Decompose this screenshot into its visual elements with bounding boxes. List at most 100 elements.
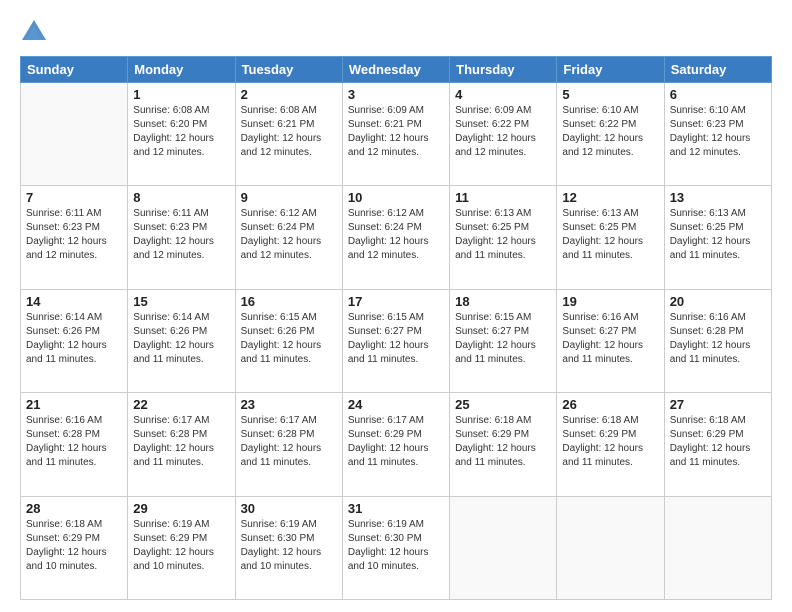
page: SundayMondayTuesdayWednesdayThursdayFrid…: [0, 0, 792, 612]
day-number: 3: [348, 87, 444, 102]
day-info: Sunrise: 6:16 AM Sunset: 6:27 PM Dayligh…: [562, 311, 658, 367]
calendar-cell: 23 Sunrise: 6:17 AM Sunset: 6:28 PM Dayli…: [235, 393, 342, 496]
header: [20, 18, 772, 46]
day-info: Sunrise: 6:12 AM Sunset: 6:24 PM Dayligh…: [348, 207, 444, 263]
day-info: Sunrise: 6:11 AM Sunset: 6:23 PM Dayligh…: [26, 207, 122, 263]
day-number: 16: [241, 294, 337, 309]
calendar-cell: 10 Sunrise: 6:12 AM Sunset: 6:24 PM Dayli…: [342, 186, 449, 289]
calendar-week-4: 21Sunrise: 6:16 AM Sunset: 6:28 PM Dayli…: [21, 393, 772, 496]
day-info: Sunrise: 6:15 AM Sunset: 6:27 PM Dayligh…: [455, 311, 551, 367]
calendar-cell: 11 Sunrise: 6:13 AM Sunset: 6:25 PM Dayli…: [450, 186, 557, 289]
day-number: 23: [241, 397, 337, 412]
calendar-week-1: 1Sunrise: 6:08 AM Sunset: 6:20 PM Daylig…: [21, 83, 772, 186]
day-header-sunday: Sunday: [21, 57, 128, 83]
calendar-cell: 21Sunrise: 6:16 AM Sunset: 6:28 PM Dayli…: [21, 393, 128, 496]
calendar-cell: 31 Sunrise: 6:19 AM Sunset: 6:30 PM Dayli…: [342, 496, 449, 599]
day-number: 14: [26, 294, 122, 309]
day-header-wednesday: Wednesday: [342, 57, 449, 83]
calendar-cell: 4 Sunrise: 6:09 AM Sunset: 6:22 PM Daylig…: [450, 83, 557, 186]
calendar-cell: 27 Sunrise: 6:18 AM Sunset: 6:29 PM Dayli…: [664, 393, 771, 496]
day-header-tuesday: Tuesday: [235, 57, 342, 83]
day-number: 28: [26, 501, 122, 516]
day-number: 10: [348, 190, 444, 205]
day-info: Sunrise: 6:19 AM Sunset: 6:30 PM Dayligh…: [348, 518, 444, 574]
calendar-cell: 7 Sunrise: 6:11 AM Sunset: 6:23 PM Daylig…: [21, 186, 128, 289]
day-number: 8: [133, 190, 229, 205]
calendar-cell: [21, 83, 128, 186]
day-number: 27: [670, 397, 766, 412]
calendar: SundayMondayTuesdayWednesdayThursdayFrid…: [20, 56, 772, 600]
calendar-cell: 9 Sunrise: 6:12 AM Sunset: 6:24 PM Daylig…: [235, 186, 342, 289]
day-number: 9: [241, 190, 337, 205]
day-info: Sunrise: 6:13 AM Sunset: 6:25 PM Dayligh…: [562, 207, 658, 263]
calendar-cell: [664, 496, 771, 599]
day-info: Sunrise: 6:10 AM Sunset: 6:22 PM Dayligh…: [562, 104, 658, 160]
day-number: 13: [670, 190, 766, 205]
day-number: 18: [455, 294, 551, 309]
day-number: 12: [562, 190, 658, 205]
day-info: Sunrise: 6:16 AM Sunset: 6:28 PM Dayligh…: [670, 311, 766, 367]
day-info: Sunrise: 6:19 AM Sunset: 6:29 PM Dayligh…: [133, 518, 229, 574]
day-number: 4: [455, 87, 551, 102]
day-number: 22: [133, 397, 229, 412]
calendar-cell: 13 Sunrise: 6:13 AM Sunset: 6:25 PM Dayli…: [664, 186, 771, 289]
calendar-cell: 26Sunrise: 6:18 AM Sunset: 6:29 PM Dayli…: [557, 393, 664, 496]
calendar-cell: 22 Sunrise: 6:17 AM Sunset: 6:28 PM Dayli…: [128, 393, 235, 496]
calendar-cell: 29Sunrise: 6:19 AM Sunset: 6:29 PM Dayli…: [128, 496, 235, 599]
day-info: Sunrise: 6:19 AM Sunset: 6:30 PM Dayligh…: [241, 518, 337, 574]
day-info: Sunrise: 6:09 AM Sunset: 6:22 PM Dayligh…: [455, 104, 551, 160]
day-info: Sunrise: 6:18 AM Sunset: 6:29 PM Dayligh…: [562, 414, 658, 470]
calendar-cell: 3 Sunrise: 6:09 AM Sunset: 6:21 PM Daylig…: [342, 83, 449, 186]
calendar-cell: 1Sunrise: 6:08 AM Sunset: 6:20 PM Daylig…: [128, 83, 235, 186]
calendar-cell: 18 Sunrise: 6:15 AM Sunset: 6:27 PM Dayli…: [450, 289, 557, 392]
calendar-cell: 25Sunrise: 6:18 AM Sunset: 6:29 PM Dayli…: [450, 393, 557, 496]
calendar-cell: 17 Sunrise: 6:15 AM Sunset: 6:27 PM Dayli…: [342, 289, 449, 392]
calendar-cell: 20Sunrise: 6:16 AM Sunset: 6:28 PM Dayli…: [664, 289, 771, 392]
day-number: 17: [348, 294, 444, 309]
calendar-cell: 14 Sunrise: 6:14 AM Sunset: 6:26 PM Dayli…: [21, 289, 128, 392]
day-info: Sunrise: 6:13 AM Sunset: 6:25 PM Dayligh…: [670, 207, 766, 263]
day-info: Sunrise: 6:11 AM Sunset: 6:23 PM Dayligh…: [133, 207, 229, 263]
calendar-cell: 15 Sunrise: 6:14 AM Sunset: 6:26 PM Dayli…: [128, 289, 235, 392]
calendar-cell: 8 Sunrise: 6:11 AM Sunset: 6:23 PM Daylig…: [128, 186, 235, 289]
day-info: Sunrise: 6:17 AM Sunset: 6:28 PM Dayligh…: [241, 414, 337, 470]
day-number: 31: [348, 501, 444, 516]
day-number: 7: [26, 190, 122, 205]
day-info: Sunrise: 6:09 AM Sunset: 6:21 PM Dayligh…: [348, 104, 444, 160]
calendar-cell: 16Sunrise: 6:15 AM Sunset: 6:26 PM Dayli…: [235, 289, 342, 392]
day-number: 24: [348, 397, 444, 412]
day-number: 11: [455, 190, 551, 205]
calendar-cell: [450, 496, 557, 599]
calendar-cell: [557, 496, 664, 599]
day-header-friday: Friday: [557, 57, 664, 83]
day-info: Sunrise: 6:08 AM Sunset: 6:21 PM Dayligh…: [241, 104, 337, 160]
calendar-cell: 5 Sunrise: 6:10 AM Sunset: 6:22 PM Daylig…: [557, 83, 664, 186]
day-number: 25: [455, 397, 551, 412]
logo: [20, 18, 52, 46]
day-info: Sunrise: 6:12 AM Sunset: 6:24 PM Dayligh…: [241, 207, 337, 263]
day-number: 2: [241, 87, 337, 102]
day-info: Sunrise: 6:14 AM Sunset: 6:26 PM Dayligh…: [26, 311, 122, 367]
day-number: 1: [133, 87, 229, 102]
day-info: Sunrise: 6:10 AM Sunset: 6:23 PM Dayligh…: [670, 104, 766, 160]
day-info: Sunrise: 6:13 AM Sunset: 6:25 PM Dayligh…: [455, 207, 551, 263]
calendar-week-2: 7 Sunrise: 6:11 AM Sunset: 6:23 PM Daylig…: [21, 186, 772, 289]
logo-icon: [20, 18, 48, 46]
calendar-cell: 6 Sunrise: 6:10 AM Sunset: 6:23 PM Daylig…: [664, 83, 771, 186]
day-number: 15: [133, 294, 229, 309]
day-info: Sunrise: 6:18 AM Sunset: 6:29 PM Dayligh…: [26, 518, 122, 574]
day-info: Sunrise: 6:17 AM Sunset: 6:28 PM Dayligh…: [133, 414, 229, 470]
calendar-cell: 30 Sunrise: 6:19 AM Sunset: 6:30 PM Dayli…: [235, 496, 342, 599]
calendar-week-3: 14 Sunrise: 6:14 AM Sunset: 6:26 PM Dayli…: [21, 289, 772, 392]
calendar-header-row: SundayMondayTuesdayWednesdayThursdayFrid…: [21, 57, 772, 83]
day-number: 5: [562, 87, 658, 102]
calendar-cell: 12 Sunrise: 6:13 AM Sunset: 6:25 PM Dayli…: [557, 186, 664, 289]
day-number: 6: [670, 87, 766, 102]
day-info: Sunrise: 6:15 AM Sunset: 6:27 PM Dayligh…: [348, 311, 444, 367]
day-number: 30: [241, 501, 337, 516]
day-info: Sunrise: 6:18 AM Sunset: 6:29 PM Dayligh…: [670, 414, 766, 470]
day-info: Sunrise: 6:14 AM Sunset: 6:26 PM Dayligh…: [133, 311, 229, 367]
day-info: Sunrise: 6:17 AM Sunset: 6:29 PM Dayligh…: [348, 414, 444, 470]
calendar-cell: 2 Sunrise: 6:08 AM Sunset: 6:21 PM Daylig…: [235, 83, 342, 186]
day-number: 19: [562, 294, 658, 309]
